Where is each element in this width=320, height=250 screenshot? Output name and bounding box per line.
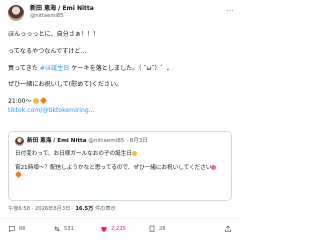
reply-count: 66 [19, 226, 26, 232]
hashtag-link[interactable]: #ほ誕生日 [40, 65, 69, 72]
quoted-handle: @nittaemi85 [88, 138, 125, 144]
tweet-text: ほんっっっとに、自分さぁ！！！ ってなるやつなんですけど… 買ってきた #ほ誕生… [8, 31, 233, 115]
tweet-line-4: ぜひ一緒にお祝いして(慰めて)ください。 [8, 81, 123, 89]
reply-button[interactable]: 66 [8, 223, 26, 235]
cake-emoji-icon [32, 98, 39, 105]
quoted-avatar [15, 137, 24, 146]
like-count: 2,225 [111, 226, 126, 232]
bookmark-icon [149, 225, 155, 233]
like-button[interactable]: 2,225 [100, 223, 126, 235]
quoted-header: 新田 恵海 / Emi Nitta @nittaemi85 · 8月3日 [27, 137, 148, 146]
bookmark-button[interactable]: 28 [148, 223, 166, 235]
author-display-name[interactable]: 新田 恵海 / Emi Nitta [30, 5, 94, 13]
reply-bubble-icon [9, 226, 15, 232]
bookmark-count: 28 [159, 226, 166, 232]
quoted-line-1: 日付変わって、お日様ガールなおの子の誕生日 [15, 150, 227, 158]
tweet-line-3: 買ってきた #ほ誕生日 ケーキを落としました。（ ˘ω˘）゜。 [8, 65, 233, 73]
share-icon [225, 225, 231, 232]
tweet-header: 新田 恵海 / Emi Nitta @nittaemi85 ··· [8, 5, 234, 23]
retweet-button[interactable]: 531 [53, 223, 74, 235]
quoted-line-2-text: 宵21時頃〜？配信しようかなと思ってるので、ぜひ一緒にお祝いしてください [15, 165, 212, 171]
tweet-line-2: ってなるやつなんですけど… [8, 47, 87, 55]
retweet-count: 531 [64, 226, 74, 232]
tweet-line-3-pre: 買ってきた [8, 64, 40, 72]
view-count-label: 件の表示 [94, 206, 116, 212]
author-handle[interactable]: @nittaemi85 [30, 13, 63, 20]
orange-heart-icon [39, 97, 47, 105]
tiktok-link[interactable]: tiktok.com/@tiktokemiring... [8, 107, 233, 115]
quoted-line-3 [14, 170, 227, 180]
view-count: 16.5万 [75, 206, 94, 212]
tweet-timestamp[interactable]: 午後6:58 · 2026年8月3日 [8, 206, 70, 212]
quoted-display-name: 新田 恵海 / Emi Nitta [27, 138, 87, 144]
quoted-tweet[interactable]: 新田 恵海 / Emi Nitta @nittaemi85 · 8月3日 日付変… [8, 131, 232, 201]
tweet-line-1: ほんっっっとに、自分さぁ！！！ [8, 31, 100, 38]
sun-emoji-icon [131, 151, 137, 156]
tweet-time-text: 21:00〜 [8, 98, 32, 106]
quoted-line-1-text: 日付変わって、お日様ガールなおの子の誕生日 [15, 151, 132, 157]
action-bar: 66 531 2,225 28 [8, 223, 236, 235]
share-button[interactable] [224, 223, 232, 235]
quoted-text: 日付変わって、お日様ガールなおの子の誕生日 宵21時頃〜？配信しようかなと思って… [14, 150, 227, 180]
more-dots-icon[interactable]: ··· [226, 7, 234, 15]
tweet-page: 新田 恵海 / Emi Nitta @nittaemi85 ··· ほんっっっと… [0, 0, 241, 250]
tweet-line-5: 21:00〜 [8, 97, 233, 106]
quoted-line-2: 宵21時頃〜？配信しようかなと思ってるので、ぜひ一緒にお祝いしてください [15, 164, 227, 172]
divider [0, 218, 241, 219]
quoted-separator: · [126, 138, 128, 144]
face-emoji-icon [211, 165, 217, 170]
avatar[interactable] [8, 5, 24, 21]
tweet-line-3-post: ケーキを落としました。（ ˘ω˘）゜。 [69, 64, 173, 72]
retweet-icon [54, 226, 60, 232]
heart-icon [101, 226, 107, 232]
quoted-orange-heart-icon [14, 170, 23, 179]
quoted-date: 8月3日 [129, 138, 149, 144]
tweet-meta: 午後6:58 · 2026年8月3日 · 16.5万 件の表示 [8, 206, 116, 213]
